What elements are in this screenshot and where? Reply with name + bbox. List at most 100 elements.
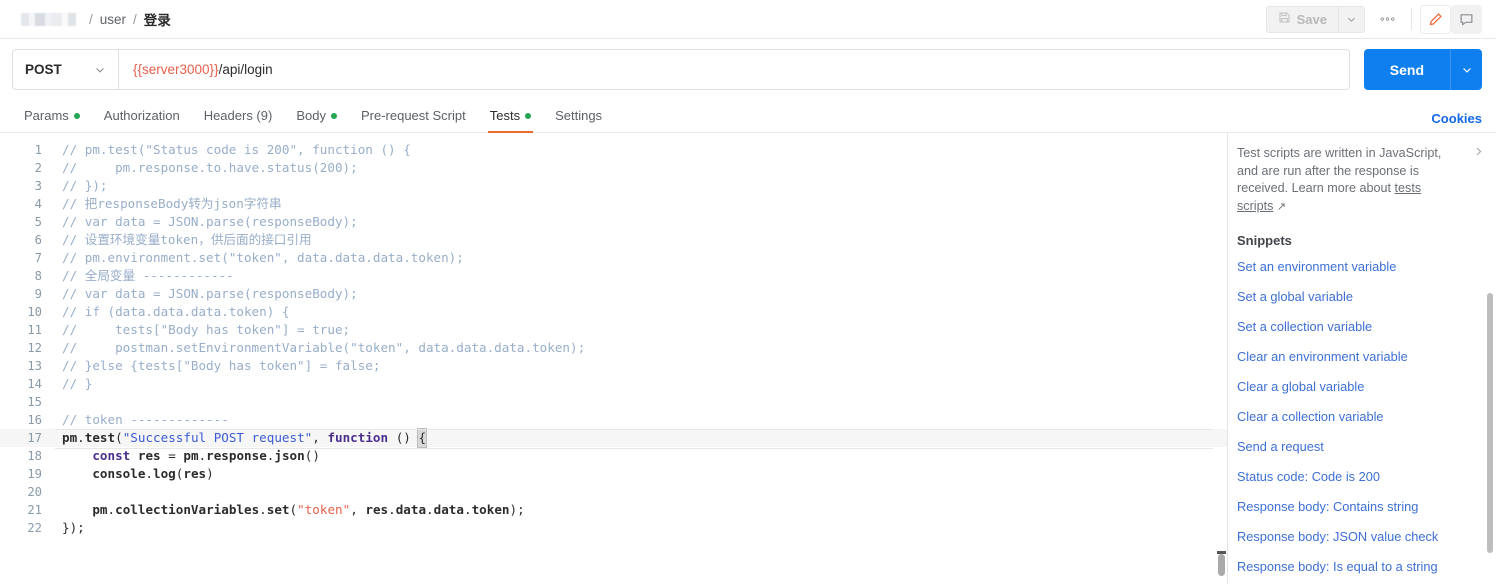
code-line-text[interactable]: // }else {tests["Body has token"] = fals… (42, 357, 380, 375)
code-lines[interactable]: 1// pm.test("Status code is 200", functi… (0, 133, 1227, 537)
code-line-text[interactable]: // if (data.data.data.token) { (42, 303, 289, 321)
send-button-group: Send (1363, 49, 1482, 90)
tab-headers[interactable]: Headers (9) (192, 99, 285, 132)
code-line-text[interactable] (42, 483, 62, 501)
code-line[interactable]: 12// postman.setEnvironmentVariable("tok… (0, 339, 1227, 357)
code-line-text[interactable]: // postman.setEnvironmentVariable("token… (42, 339, 585, 357)
code-line-text[interactable]: // 设置环境变量token，供后面的接口引用 (42, 231, 312, 249)
code-line[interactable]: 9// var data = JSON.parse(responseBody); (0, 285, 1227, 303)
code-line-text[interactable]: pm.collectionVariables.set("token", res.… (42, 501, 524, 519)
code-line-text[interactable]: // 全局变量 ------------ (42, 267, 234, 285)
line-number: 13 (27, 359, 42, 373)
breadcrumb-item-user[interactable]: user (100, 12, 126, 27)
code-line-text[interactable]: pm.test("Successful POST request", funct… (42, 428, 427, 448)
tab-label: Body (296, 108, 326, 123)
edit-request-button[interactable] (1420, 4, 1451, 34)
code-line[interactable]: 13// }else {tests["Body has token"] = fa… (0, 357, 1227, 375)
code-line[interactable]: 5// var data = JSON.parse(responseBody); (0, 213, 1227, 231)
line-number: 19 (27, 467, 42, 481)
request-url-input[interactable]: {{server3000}}/api/login (118, 49, 1350, 90)
snippet-item[interactable]: Set a collection variable (1237, 312, 1476, 342)
code-line[interactable]: 2// pm.response.to.have.status(200); (0, 159, 1227, 177)
tab-settings[interactable]: Settings (543, 99, 614, 132)
pencil-icon (1429, 12, 1442, 25)
http-method-select[interactable]: POST (12, 49, 118, 90)
snippet-item[interactable]: Send a request (1237, 432, 1476, 462)
snippet-item[interactable]: Response body: JSON value check (1237, 522, 1476, 552)
code-line-text[interactable]: // pm.test("Status code is 200", functio… (42, 141, 411, 159)
tab-params[interactable]: Params (12, 99, 92, 132)
code-line-text[interactable]: const res = pm.response.json() (42, 447, 320, 465)
code-line-text[interactable]: // }); (42, 177, 108, 195)
code-line-text[interactable]: }); (42, 519, 85, 537)
code-line[interactable]: 3// }); (0, 177, 1227, 195)
code-line-active[interactable]: 17 pm.test("Successful POST request", fun… (0, 428, 1227, 449)
code-line[interactable]: 4// 把responseBody转为json字符串 (0, 195, 1227, 213)
cookies-link[interactable]: Cookies (1431, 111, 1482, 132)
code-line[interactable]: 8// 全局变量 ------------ (0, 267, 1227, 285)
code-line[interactable]: 14// } (0, 375, 1227, 393)
code-line-text[interactable]: // token ------------- (42, 411, 229, 429)
editor-scrollbar[interactable] (1216, 133, 1227, 584)
code-line[interactable]: 6// 设置环境变量token，供后面的接口引用 (0, 231, 1227, 249)
line-number: 10 (27, 305, 42, 319)
tab-body[interactable]: Body (284, 99, 349, 132)
line-number: 8 (34, 269, 42, 283)
editor-scrollbar-thumb-top[interactable] (1218, 554, 1225, 576)
help-panel-scrollbar-thumb[interactable] (1487, 293, 1493, 553)
code-line-text[interactable]: // var data = JSON.parse(responseBody); (42, 213, 358, 231)
tab-tests[interactable]: Tests (478, 99, 543, 133)
request-tabs: Params Authorization Headers (9) Body Pr… (0, 100, 1496, 133)
send-options-caret[interactable] (1450, 49, 1482, 90)
tab-authorization[interactable]: Authorization (92, 99, 192, 132)
code-line[interactable]: 22}); (0, 519, 1227, 537)
snippet-item[interactable]: Response body: Contains string (1237, 492, 1476, 522)
snippet-item[interactable]: Clear an environment variable (1237, 342, 1476, 372)
code-line-text[interactable]: // pm.response.to.have.status(200); (42, 159, 358, 177)
tab-status-dot (330, 112, 337, 119)
code-line[interactable]: 1// pm.test("Status code is 200", functi… (0, 141, 1227, 159)
line-number: 9 (34, 287, 42, 301)
save-options-caret[interactable] (1339, 5, 1365, 33)
snippet-item[interactable]: Set a global variable (1237, 282, 1476, 312)
header-divider (1411, 8, 1412, 30)
panel-collapse-button[interactable] (1473, 145, 1484, 161)
snippet-item[interactable]: Clear a collection variable (1237, 402, 1476, 432)
breadcrumb-collection-redacted[interactable] (18, 12, 82, 26)
code-line[interactable]: 15 (0, 393, 1227, 411)
code-line-text[interactable]: // } (42, 375, 92, 393)
code-line-text[interactable]: // 把responseBody转为json字符串 (42, 195, 282, 213)
code-line-text[interactable]: // tests["Body has token"] = true; (42, 321, 350, 339)
code-line-text[interactable]: console.log(res) (42, 465, 213, 483)
code-line[interactable]: 10// if (data.data.data.token) { (0, 303, 1227, 321)
tests-script-editor[interactable]: 1// pm.test("Status code is 200", functi… (0, 133, 1228, 584)
code-line[interactable]: 7// pm.environment.set("token", data.dat… (0, 249, 1227, 267)
save-button[interactable]: Save (1265, 5, 1339, 33)
line-number: 17 (27, 431, 42, 445)
snippet-item[interactable]: Response body: Is equal to a string (1237, 552, 1476, 582)
floppy-disk-icon (1278, 11, 1291, 27)
tab-pre-request-script[interactable]: Pre-request Script (349, 99, 478, 132)
snippet-item[interactable]: Set an environment variable (1237, 252, 1476, 282)
code-line[interactable]: 16// token ------------- (0, 411, 1227, 429)
code-line-text[interactable] (42, 393, 62, 411)
tab-label: Pre-request Script (360, 108, 466, 123)
send-button[interactable]: Send (1363, 49, 1450, 90)
comments-button[interactable] (1451, 4, 1482, 34)
line-number: 4 (34, 197, 42, 211)
line-number: 16 (27, 413, 42, 427)
snippet-item[interactable]: Status code: Code is 200 (1237, 462, 1476, 492)
ellipsis-icon (1380, 17, 1394, 21)
code-line[interactable]: 20 (0, 483, 1227, 501)
snippet-item[interactable]: Clear a global variable (1237, 372, 1476, 402)
code-line[interactable]: 18 const res = pm.response.json() (0, 447, 1227, 465)
code-line[interactable]: 11// tests["Body has token"] = true; (0, 321, 1227, 339)
code-line-text[interactable]: // var data = JSON.parse(responseBody); (42, 285, 358, 303)
more-actions-button[interactable] (1371, 6, 1403, 33)
help-description: Test scripts are written in JavaScript, … (1237, 145, 1442, 216)
code-line[interactable]: 19 console.log(res) (0, 465, 1227, 483)
snippets-list: Set an environment variable Set a global … (1237, 252, 1476, 582)
code-line[interactable]: 21 pm.collectionVariables.set("token", r… (0, 501, 1227, 519)
code-line-text[interactable]: // pm.environment.set("token", data.data… (42, 249, 464, 267)
breadcrumb-separator: / (133, 11, 137, 27)
